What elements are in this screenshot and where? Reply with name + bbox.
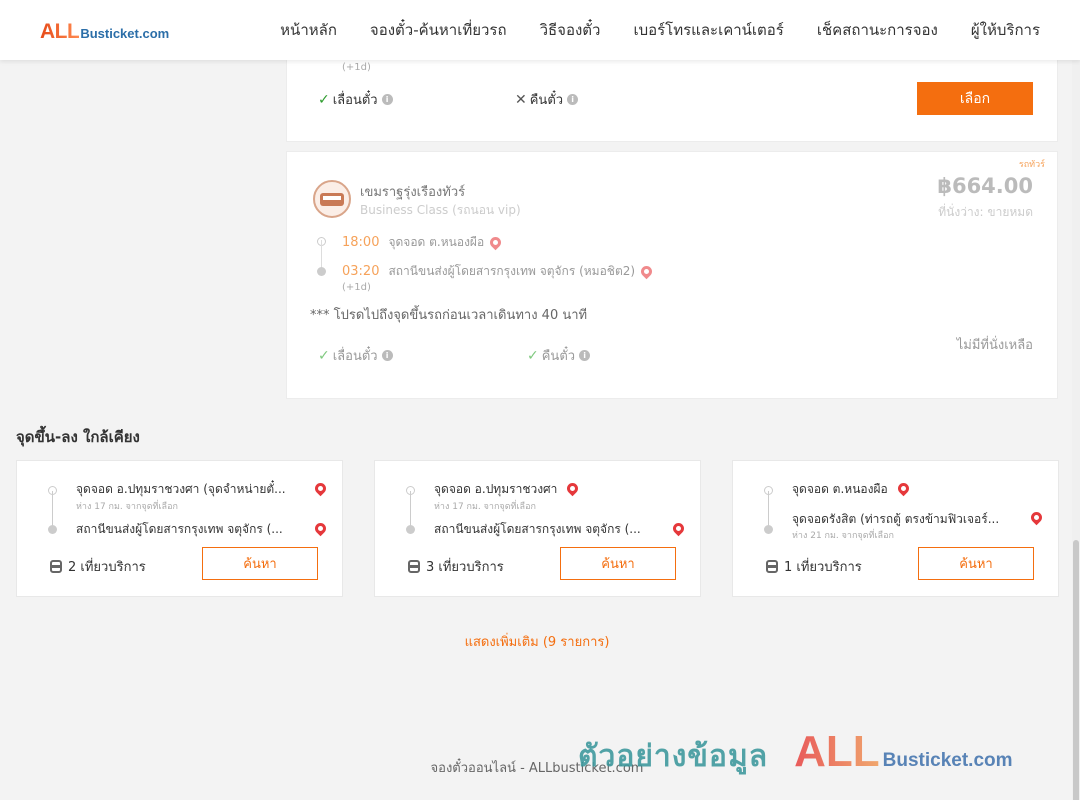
search-button[interactable]: ค้นหา <box>202 547 318 580</box>
service-count: 1 เที่ยวบริการ <box>766 556 862 577</box>
site-logo[interactable]: ALL Busticket.com <box>40 20 169 44</box>
nearby-origin: จุดจอด ต.หนองผือ <box>792 480 911 499</box>
trip-card-2: รถทัวร์ เขมราฐรุ่งเรืองทัวร์ Business Cl… <box>286 151 1058 399</box>
map-pin-icon[interactable] <box>1028 509 1045 526</box>
bus-icon <box>408 560 420 573</box>
info-icon[interactable]: i <box>381 350 393 361</box>
arrival-stop: 03:20 สถานีขนส่งผู้โดยสารกรุงเทพ จตุจักร… <box>342 262 655 281</box>
nearby-card-2: จุดจอด อ.ปทุมราชวงศา ห่าง 17 กม. จากจุดท… <box>374 460 701 597</box>
check-icon: ✓ <box>318 347 330 364</box>
map-pin-icon[interactable] <box>670 520 687 537</box>
show-more-link[interactable]: แสดงเพิ่มเติม (9 รายการ) <box>0 631 1074 652</box>
select-trip-button[interactable]: เลือก <box>917 82 1033 115</box>
operator-name: เขมราฐรุ่งเรืองทัวร์ <box>360 185 466 200</box>
search-button[interactable]: ค้นหา <box>918 547 1034 580</box>
nearby-distance: ห่าง 17 กม. จากจุดที่เลือก <box>434 502 536 512</box>
departure-stop: 18:00 จุดจอด ต.หนองผือ <box>342 233 504 252</box>
nav-operators[interactable]: ผู้ให้บริการ <box>971 18 1040 42</box>
bus-icon <box>50 560 62 573</box>
operator-logo <box>313 180 351 218</box>
day-offset: (+1d) <box>342 62 371 73</box>
feature-label: เลื่อนตั๋ว <box>332 93 378 108</box>
nav-phone-counter[interactable]: เบอร์โทรและเคาน์เตอร์ <box>633 18 783 42</box>
nav-check-status[interactable]: เช็คสถานะการจอง <box>817 18 938 42</box>
bus-icon <box>320 192 344 206</box>
bus-icon <box>766 560 778 573</box>
info-icon[interactable]: i <box>567 94 579 105</box>
vehicle-type-tag: รถทัวร์ <box>1018 160 1045 170</box>
destination-dot <box>406 525 415 534</box>
check-icon: ✓ <box>527 347 539 364</box>
feature-label: คืนตั๋ว <box>529 93 564 108</box>
cross-icon: ✕ <box>515 91 527 108</box>
main-nav: หน้าหลัก จองตั๋ว-ค้นหาเที่ยวรถ วิธีจองตั… <box>280 0 1040 60</box>
seats-available: ที่นั่งว่าง: ขายหมด <box>938 205 1033 219</box>
feature-refund-ticket: ✕ คืนตั๋ว i <box>515 89 579 110</box>
map-pin-icon[interactable] <box>564 480 581 497</box>
feature-label: เลื่อนตั๋ว <box>332 349 378 364</box>
feature-change-ticket: ✓ เลื่อนตั๋ว i <box>318 345 393 366</box>
no-seats-label: ไม่มีที่นั่งเหลือ <box>956 338 1033 353</box>
nearby-destination: จุดจอดรังสิต (ท่ารถตู้ ตรงข้ามฟิวเจอร์..… <box>792 512 1000 526</box>
destination-dot <box>317 267 326 276</box>
nearby-destination: สถานีขนส่งผู้โดยสารกรุงเทพ จตุจักร (... <box>434 522 641 536</box>
nav-book-search[interactable]: จองตั๋ว-ค้นหาเที่ยวรถ <box>370 18 507 42</box>
check-icon: ✓ <box>318 91 330 108</box>
service-count-label: 3 เที่ยวบริการ <box>426 560 504 575</box>
logo-all: ALL <box>40 20 80 43</box>
scrollbar-thumb[interactable] <box>1073 540 1079 800</box>
map-pin-icon[interactable] <box>638 263 655 280</box>
top-header: ALL Busticket.com หน้าหลัก จองตั๋ว-ค้นหา… <box>0 0 1080 60</box>
nearby-destination: สถานีขนส่งผู้โดยสารกรุงเทพ จตุจักร (... <box>76 522 283 536</box>
info-icon[interactable]: i <box>579 350 591 361</box>
logo-busticket: Busticket.com <box>80 26 170 41</box>
feature-label: คืนตั๋ว <box>541 349 576 364</box>
footer-text: จองตั๋วออนไลน์ - ALLbusticket.com <box>430 761 644 776</box>
arrival-time: 03:20 <box>342 264 380 279</box>
nav-home[interactable]: หน้าหลัก <box>280 18 337 42</box>
boarding-note: *** โปรดไปถึงจุดขึ้นรถก่อนเวลาเดินทาง 40… <box>310 308 588 323</box>
bus-class: Business Class (รถนอน vip) <box>360 203 521 217</box>
service-count: 2 เที่ยวบริการ <box>50 556 146 577</box>
trip-price: ฿664.00 <box>937 174 1033 198</box>
search-button[interactable]: ค้นหา <box>560 547 676 580</box>
departure-place: จุดจอด ต.หนองผือ <box>388 235 485 249</box>
arrival-place: สถานีขนส่งผู้โดยสารกรุงเทพ จตุจักร (หมอช… <box>388 264 636 278</box>
service-count-label: 1 เที่ยวบริการ <box>784 560 862 575</box>
route-line <box>768 491 769 529</box>
nav-how-to-book[interactable]: วิธีจองตั๋ว <box>540 18 601 42</box>
service-count: 3 เที่ยวบริการ <box>408 556 504 577</box>
route-line <box>321 240 322 270</box>
nearby-card-1: จุดจอด อ.ปทุมราชวงศา (จุดจำหน่ายตั๋... ห… <box>16 460 343 597</box>
nearby-origin: จุดจอด อ.ปทุมราชวงศา (จุดจำหน่ายตั๋... <box>76 482 286 496</box>
nearby-distance: ห่าง 21 กม. จากจุดที่เลือก <box>792 531 894 541</box>
nearby-origin-label: จุดจอด อ.ปทุมราชวงศา <box>434 482 558 496</box>
vertical-scrollbar[interactable] <box>1072 60 1080 800</box>
nearby-card-3: จุดจอด ต.หนองผือ จุดจอดรังสิต (ท่ารถตู้ … <box>732 460 1059 597</box>
map-pin-icon[interactable] <box>312 480 329 497</box>
feature-change-ticket: ✓ เลื่อนตั๋ว i <box>318 89 393 110</box>
map-pin-icon[interactable] <box>487 234 504 251</box>
nearby-origin-label: จุดจอด ต.หนองผือ <box>792 482 888 496</box>
destination-dot <box>764 525 773 534</box>
feature-refund-ticket: ✓ คืนตั๋ว i <box>527 345 591 366</box>
route-line <box>410 491 411 529</box>
map-pin-icon[interactable] <box>895 480 911 497</box>
nearby-distance: ห่าง 17 กม. จากจุดที่เลือก <box>76 502 178 512</box>
day-offset: (+1d) <box>342 282 371 293</box>
destination-dot <box>48 525 57 534</box>
service-count-label: 2 เที่ยวบริการ <box>68 560 146 575</box>
departure-time: 18:00 <box>342 235 380 250</box>
info-icon[interactable]: i <box>381 94 393 105</box>
route-line <box>52 491 53 529</box>
nearby-origin: จุดจอด อ.ปทุมราชวงศา <box>434 480 581 499</box>
map-pin-icon[interactable] <box>312 520 329 537</box>
nearby-section-title: จุดขึ้น-ลง ใกล้เคียง <box>16 428 140 446</box>
